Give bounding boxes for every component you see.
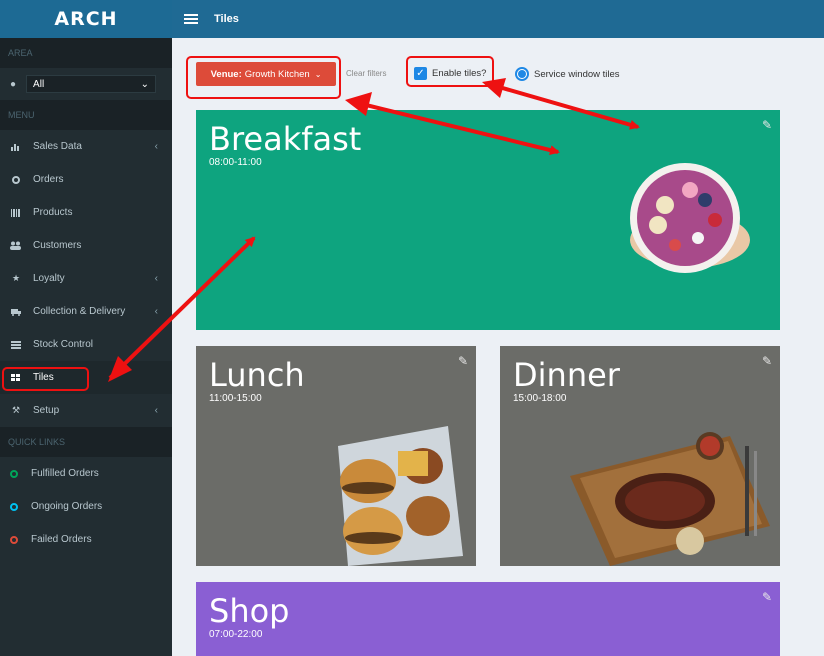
status-dot-icon [10, 535, 18, 544]
sidebar-item-label: Loyalty [33, 273, 65, 284]
pencil-icon[interactable]: ✎ [762, 590, 772, 604]
quick-link-label: Failed Orders [31, 534, 92, 545]
tile-shop[interactable]: Shop 07:00-22:00 ✎ [196, 582, 780, 656]
chevron-down-icon: ⌄ [140, 78, 150, 90]
menu-header: MENU [0, 100, 172, 130]
star-icon: ★ [11, 273, 21, 283]
sidebar-item-sales-data[interactable]: Sales Data ‹ [0, 130, 172, 163]
clear-filters-link[interactable]: Clear filters [346, 69, 386, 78]
sidebar-item-label: Products [33, 207, 73, 218]
sidebar-item-label: Sales Data [33, 141, 82, 152]
service-window-label: Service window tiles [534, 68, 620, 80]
quick-links-header: QUICK LINKS [0, 427, 172, 457]
annotation-box-tiles [2, 367, 89, 391]
tile-title: Dinner [513, 356, 620, 394]
quick-link-label: Fulfilled Orders [31, 468, 99, 479]
sidebar-item-loyalty[interactable]: ★ Loyalty ‹ [0, 262, 172, 295]
pencil-icon[interactable]: ✎ [458, 354, 468, 368]
map-marker-icon: ● [10, 78, 17, 90]
sidebar-item-customers[interactable]: Customers [0, 229, 172, 262]
topbar: Tiles [172, 0, 824, 38]
chevron-left-icon: ‹ [154, 141, 158, 152]
sidebar-item-label: Stock Control [33, 339, 94, 350]
sidebar-item-orders[interactable]: Orders [0, 163, 172, 196]
bar-chart-icon [10, 141, 22, 153]
truck-icon [10, 306, 22, 318]
users-icon [10, 240, 22, 252]
quick-link-ongoing-orders[interactable]: Ongoing Orders [0, 490, 172, 523]
burger-platter-image [338, 426, 463, 566]
steak-board-image [570, 432, 770, 566]
sidebar-item-label: Collection & Delivery [33, 306, 126, 317]
tile-lunch[interactable]: Lunch 11:00-15:00 ✎ [196, 346, 476, 566]
wrench-icon: ⚒ [11, 405, 21, 415]
tile-breakfast[interactable]: Breakfast 08:00-11:00 ✎ [196, 110, 780, 330]
brand-name: ARCH [54, 8, 118, 30]
tile-title: Breakfast [209, 120, 362, 158]
pencil-icon[interactable]: ✎ [762, 354, 772, 368]
barcode-icon [10, 207, 22, 219]
tile-time: 15:00-18:00 [513, 393, 567, 404]
area-header: AREA [0, 38, 172, 68]
chevron-left-icon: ‹ [154, 405, 158, 416]
area-select-value: All [33, 78, 45, 90]
area-select[interactable]: All ⌄ [26, 75, 157, 93]
tile-time: 07:00-22:00 [209, 629, 263, 640]
hamburger-menu-icon[interactable] [184, 14, 198, 24]
page-title: Tiles [214, 13, 239, 25]
quick-link-failed-orders[interactable]: Failed Orders [0, 523, 172, 556]
sidebar: ARCH AREA ● All ⌄ MENU Sales Data ‹ Orde… [0, 0, 172, 656]
tile-time: 08:00-11:00 [209, 157, 262, 168]
sidebar-item-label: Setup [33, 405, 60, 416]
status-dot-icon [10, 502, 18, 511]
sidebar-item-label: Orders [33, 174, 64, 185]
sidebar-item-collection-delivery[interactable]: Collection & Delivery ‹ [0, 295, 172, 328]
service-window-tiles-radio[interactable]: Service window tiles [515, 67, 620, 81]
brand-logo[interactable]: ARCH [0, 0, 172, 38]
smoothie-bowl-image [630, 163, 750, 273]
list-icon [10, 339, 22, 351]
quick-link-label: Ongoing Orders [31, 501, 103, 512]
tile-title: Lunch [209, 356, 305, 394]
radio-selected-icon [515, 67, 529, 81]
chevron-left-icon: ‹ [154, 273, 158, 284]
sidebar-item-products[interactable]: Products [0, 196, 172, 229]
tile-dinner[interactable]: Dinner 15:00-18:00 ✎ [500, 346, 780, 566]
quick-link-fulfilled-orders[interactable]: Fulfilled Orders [0, 457, 172, 490]
area-row: ● All ⌄ [0, 68, 172, 100]
sidebar-item-stock-control[interactable]: Stock Control [0, 328, 172, 361]
tile-title: Shop [209, 592, 290, 630]
circle-icon [10, 174, 22, 186]
sidebar-item-setup[interactable]: ⚒ Setup ‹ [0, 394, 172, 427]
chevron-left-icon: ‹ [154, 306, 158, 317]
tile-time: 11:00-15:00 [209, 393, 262, 404]
status-dot-icon [10, 469, 18, 478]
annotation-box-enable-tiles [406, 56, 494, 87]
annotation-box-venue [186, 56, 341, 99]
sidebar-item-label: Customers [33, 240, 82, 251]
